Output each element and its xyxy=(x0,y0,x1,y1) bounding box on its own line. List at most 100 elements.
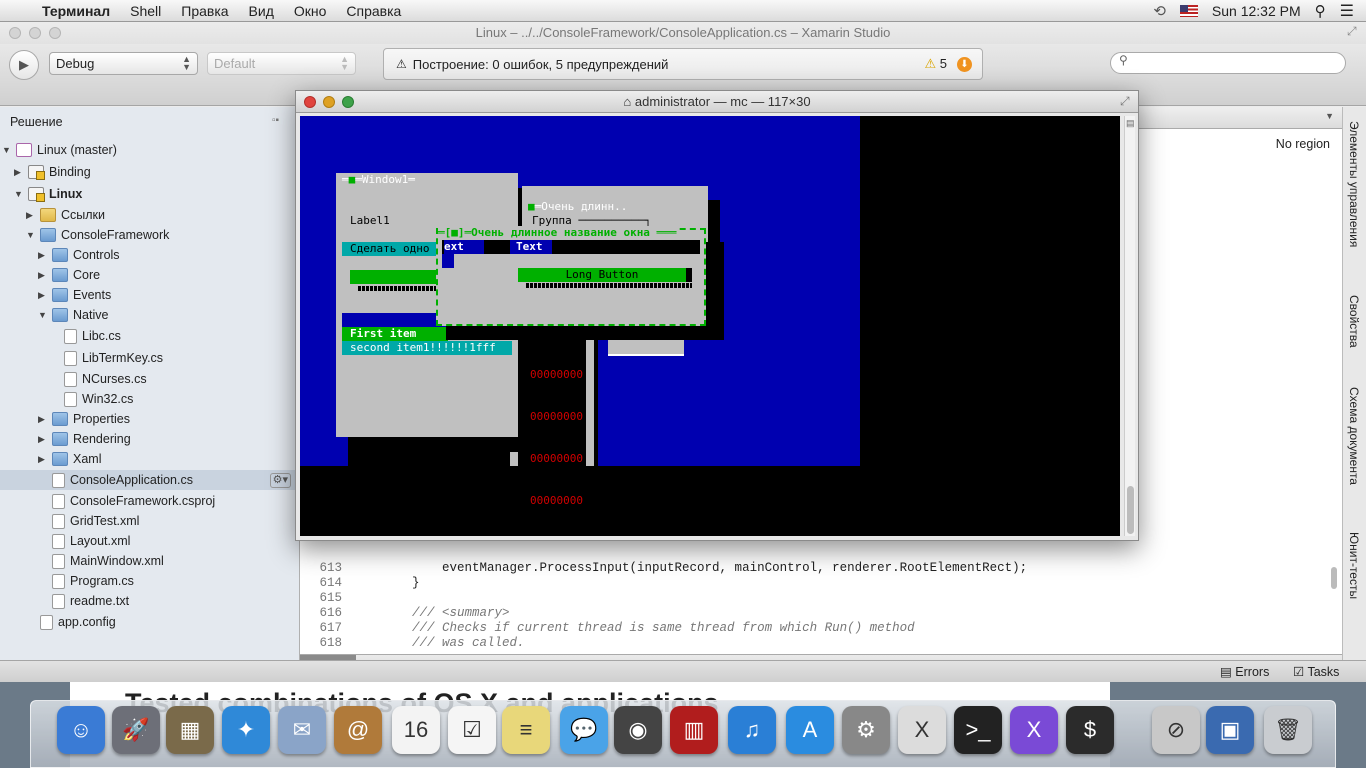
gear-icon[interactable]: ⚙▾ xyxy=(269,472,291,488)
errors-button[interactable]: ▤ Errors xyxy=(1220,664,1269,679)
menu-edit[interactable]: Правка xyxy=(171,3,238,19)
contacts-icon[interactable]: @ xyxy=(334,706,382,754)
mail-icon[interactable]: ✉ xyxy=(278,706,326,754)
terminal-screen[interactable]: ═■═Window1═ Label1 Сделать одно Butto Fi… xyxy=(300,116,1120,536)
pad-document-outline[interactable]: Схема документа xyxy=(1347,387,1361,485)
tab-dropdown-icon[interactable]: ▼ xyxy=(1325,111,1334,121)
menu-app[interactable]: Терминал xyxy=(32,3,120,19)
menu-window[interactable]: Окно xyxy=(284,3,337,19)
tree-item[interactable]: ▶ Controls xyxy=(38,245,120,265)
tree-item[interactable]: LibTermKey.cs xyxy=(64,348,163,368)
fullscreen-icon[interactable]: ⤢ xyxy=(1120,94,1130,109)
terminal-icon[interactable]: >_ xyxy=(954,706,1002,754)
reminders-icon[interactable]: ☑ xyxy=(448,706,496,754)
trash-icon[interactable]: 🗑 xyxy=(1264,706,1312,754)
tree-item[interactable]: app.config xyxy=(40,612,116,632)
spotlight-icon[interactable]: ⚲ xyxy=(1315,2,1326,20)
tree-item[interactable]: Layout.xml xyxy=(52,531,130,551)
configuration-select[interactable]: Debug ▲ ▼ xyxy=(49,52,198,75)
code-line[interactable]: 614 } xyxy=(300,576,419,591)
tree-item[interactable]: Libc.cs xyxy=(64,326,121,346)
region-selector[interactable]: No region xyxy=(1276,137,1330,151)
tree-item[interactable]: ▶ Rendering xyxy=(38,429,131,449)
tree-item[interactable]: GridTest.xml xyxy=(52,511,139,531)
menu-view[interactable]: Вид xyxy=(239,3,284,19)
zoom-button[interactable] xyxy=(342,96,354,108)
list-item-second[interactable]: second item1!!!!!!1fff xyxy=(342,341,512,355)
tree-item[interactable]: ▼ ConsoleFramework xyxy=(26,225,169,245)
messages-icon[interactable]: 💬 xyxy=(560,706,608,754)
calendar-icon[interactable]: 16 xyxy=(392,706,440,754)
x11-icon[interactable]: X xyxy=(898,706,946,754)
tree-item[interactable]: MainWindow.xml xyxy=(52,551,164,571)
code-line[interactable]: 617 /// Checks if current thread is same… xyxy=(300,621,914,636)
notification-center-icon[interactable]: ☰ xyxy=(1340,1,1354,21)
xamarin-icon[interactable]: X xyxy=(1010,706,1058,754)
pad-minimize-icon[interactable]: ▫▪ xyxy=(272,115,279,126)
menu-shell[interactable]: Shell xyxy=(120,3,171,19)
tree-item[interactable]: readme.txt xyxy=(52,591,129,611)
console-icon[interactable]: $ xyxy=(1066,706,1114,754)
menubar-clock[interactable]: Sun 12:32 PM xyxy=(1212,3,1301,19)
tree-item[interactable]: Win32.cs xyxy=(64,389,133,409)
tree-item[interactable]: ▼ Linux (master) xyxy=(2,140,117,160)
menu-help[interactable]: Справка xyxy=(336,3,411,19)
build-status[interactable]: ⚠ Построение: 0 ошибок, 5 предупреждений… xyxy=(383,48,983,80)
tree-item[interactable]: NCurses.cs xyxy=(64,369,147,389)
minimize-button[interactable] xyxy=(29,27,41,39)
tree-item[interactable]: ▼ Linux xyxy=(14,184,82,204)
pad-unit-tests[interactable]: Юнит-тесты xyxy=(1347,532,1361,599)
terminal-scrollbar[interactable]: ▤ xyxy=(1124,116,1135,536)
pad-properties[interactable]: Свойства xyxy=(1347,295,1361,348)
textbox-2[interactable]: Text xyxy=(510,240,552,254)
tree-item[interactable]: ▶ Properties xyxy=(38,409,130,429)
search-input[interactable]: ⚲ xyxy=(1110,52,1346,74)
code-line[interactable]: 616 /// <summary> xyxy=(300,606,509,621)
tree-item[interactable]: ▶ Binding xyxy=(14,162,91,182)
tree-item[interactable]: Program.cs xyxy=(52,571,134,591)
scroll-menu-icon[interactable]: ▤ xyxy=(1126,118,1135,129)
notes-icon[interactable]: ≡ xyxy=(502,706,550,754)
tree-item-selected[interactable]: ConsoleApplication.cs ⚙▾ xyxy=(0,470,299,490)
itunes-icon[interactable]: ♫ xyxy=(728,706,776,754)
list-item-first[interactable]: First item xyxy=(342,327,448,341)
tree-item[interactable]: ConsoleFramework.csproj xyxy=(52,491,215,511)
app-store-icon[interactable]: A xyxy=(786,706,834,754)
tree-item[interactable]: ▶ Xaml xyxy=(38,449,101,469)
console-window-3[interactable]: ═[■]═Очень длинное название окна ═══ ext… xyxy=(436,226,706,326)
pad-toolbox[interactable]: Элементы управления xyxy=(1347,121,1361,247)
code-line[interactable]: 613 eventManager.ProcessInput(inputRecor… xyxy=(300,561,1027,576)
system-preferences-icon[interactable]: ⚙ xyxy=(842,706,890,754)
close-button[interactable] xyxy=(9,27,21,39)
flag-icon[interactable] xyxy=(1179,4,1198,17)
photo-browser-icon[interactable]: ▦ xyxy=(166,706,214,754)
tree-item[interactable]: ▶ Ссылки xyxy=(26,205,105,225)
download-icon[interactable]: ⬇ xyxy=(957,56,972,72)
run-button[interactable]: ▶ xyxy=(9,50,39,80)
tree-item[interactable]: ▼ Native xyxy=(38,305,108,325)
long-button[interactable]: Long Button xyxy=(518,268,686,282)
textbox-1[interactable]: ext xyxy=(444,240,484,254)
safari-icon[interactable]: ✦ xyxy=(222,706,270,754)
network-icon[interactable]: ⊘ xyxy=(1152,706,1200,754)
code-line[interactable]: 618 /// was called. xyxy=(300,636,524,651)
minimize-button[interactable] xyxy=(323,96,335,108)
launchpad-icon[interactable]: 🚀 xyxy=(112,706,160,754)
finder-icon[interactable]: ☺ xyxy=(57,706,105,754)
scroll-thumb[interactable] xyxy=(1127,486,1134,534)
tasks-button[interactable]: ☑ Tasks xyxy=(1293,664,1339,679)
editor-scrollbar[interactable] xyxy=(1331,567,1337,589)
photo-booth-icon[interactable]: ▥ xyxy=(670,706,718,754)
zoom-button[interactable] xyxy=(49,27,61,39)
warning-count[interactable]: ⚠ 5 xyxy=(924,56,947,72)
time-machine-icon[interactable]: ⟲ xyxy=(1153,2,1166,20)
fullscreen-icon[interactable]: ⤢ xyxy=(1347,24,1357,39)
facetime-icon[interactable]: ◉ xyxy=(614,706,662,754)
close-button[interactable] xyxy=(304,96,316,108)
platform-select[interactable]: Default ▲ ▼ xyxy=(207,52,356,75)
tree-item[interactable]: ▶ Core xyxy=(38,265,100,285)
warning-icon: ⚠ xyxy=(924,56,937,71)
tree-item[interactable]: ▶ Events xyxy=(38,285,111,305)
code-line[interactable]: 615 xyxy=(300,591,352,606)
screen-icon[interactable]: ▣ xyxy=(1206,706,1254,754)
